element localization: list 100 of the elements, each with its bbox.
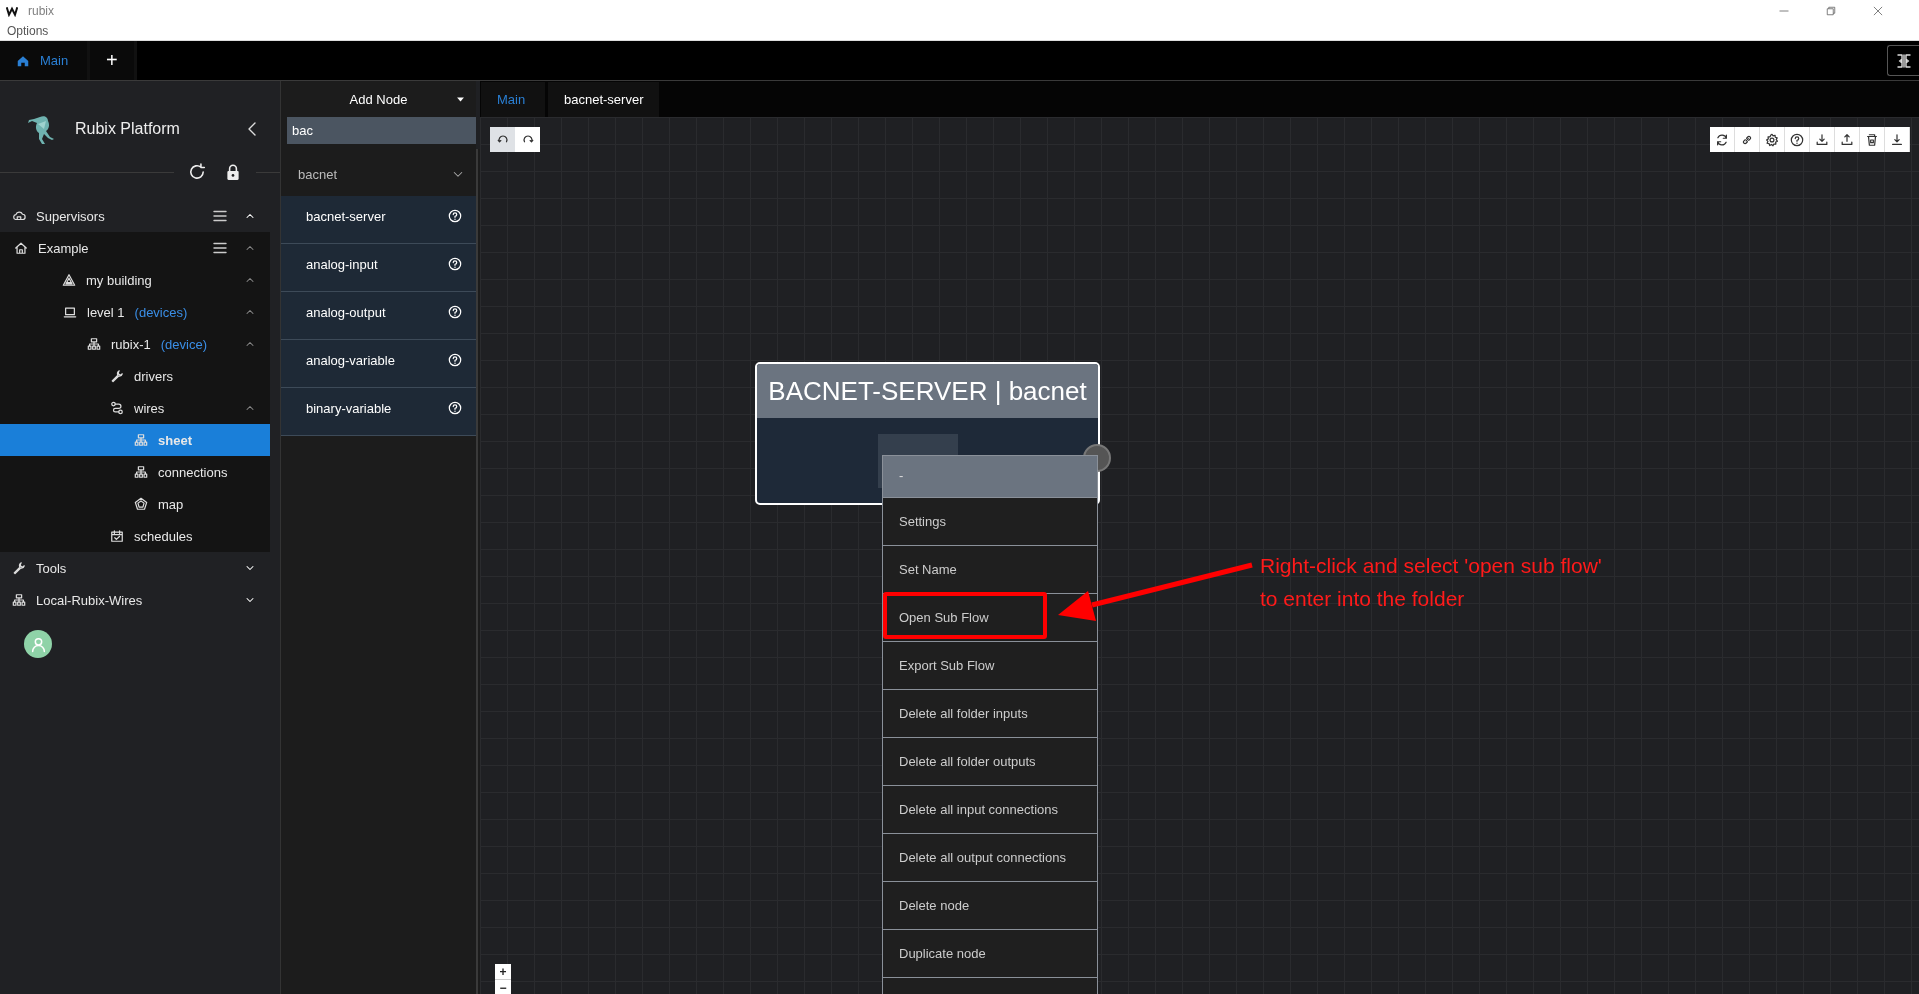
menu-item[interactable]: Delete all output connections xyxy=(883,833,1097,881)
tab[interactable]: Main xyxy=(0,41,90,80)
tree-label: Supervisors xyxy=(36,208,105,224)
refresh-icon[interactable] xyxy=(188,163,206,181)
tree-label: drivers xyxy=(134,368,173,384)
pentagon-icon xyxy=(134,497,148,511)
tree-label: level 1 xyxy=(87,304,125,320)
redo-button[interactable] xyxy=(515,127,540,152)
user-icon xyxy=(29,635,47,653)
help-icon[interactable] xyxy=(448,257,462,271)
tree-item[interactable]: map xyxy=(0,488,270,520)
avatar[interactable] xyxy=(24,630,52,658)
tree-label: Local-Rubix-Wires xyxy=(36,592,143,608)
restore-icon[interactable] xyxy=(1825,5,1837,17)
help-icon[interactable] xyxy=(448,401,462,415)
undo-button[interactable] xyxy=(490,127,515,152)
zoom-button[interactable]: + xyxy=(495,964,511,980)
window-title: rubix xyxy=(28,4,54,18)
node-type-label: bacnet-server xyxy=(306,209,386,224)
tree-item[interactable]: Example xyxy=(0,232,270,264)
add-node-header[interactable]: Add Node xyxy=(281,81,476,117)
menu-item[interactable]: Delete all input connections xyxy=(883,785,1097,833)
node-type-label: analog-output xyxy=(306,305,386,320)
calendar-icon xyxy=(110,529,124,543)
menu-icon[interactable] xyxy=(212,208,228,224)
node-type-item[interactable]: binary-variable xyxy=(281,388,476,436)
tree-tag: (device) xyxy=(160,336,207,352)
menu-item[interactable]: Delete all folder outputs xyxy=(883,737,1097,785)
node-title: BACNET-SERVER | bacnet xyxy=(757,364,1098,418)
split-icon xyxy=(1895,52,1912,69)
group-header[interactable]: bacnet xyxy=(281,152,476,196)
node-type-item[interactable]: analog-input xyxy=(281,244,476,292)
tree-item[interactable]: rubix-1 (device) xyxy=(0,328,270,360)
tree-tag: (devices) xyxy=(134,304,188,320)
network-icon xyxy=(12,593,26,607)
tree-label: sheet xyxy=(158,432,192,448)
tree-item[interactable]: my building xyxy=(0,264,270,296)
zoom-button[interactable]: − xyxy=(495,980,511,994)
tree-label: my building xyxy=(86,272,152,288)
menu-item[interactable]: Export Sub Flow xyxy=(883,641,1097,689)
settings-icon xyxy=(1765,132,1779,147)
tree-item[interactable]: Local-Rubix-Wires xyxy=(0,584,270,616)
download-icon xyxy=(1890,132,1904,147)
app-title: Rubix Platform xyxy=(75,120,180,138)
search-field[interactable]: bac xyxy=(287,117,476,144)
tree-item[interactable]: Supervisors xyxy=(0,200,270,232)
menu-item[interactable]: Delete all folder inputs xyxy=(883,689,1097,737)
tree-item[interactable]: schedules xyxy=(0,520,270,552)
help-icon[interactable] xyxy=(448,353,462,367)
tree-item[interactable]: drivers xyxy=(0,360,270,392)
tree-label: rubix-1 xyxy=(111,336,151,352)
wrench-icon xyxy=(110,369,124,383)
tree-label: connections xyxy=(158,464,228,480)
menu-item[interactable]: Options xyxy=(7,24,49,38)
upload-icon xyxy=(1840,132,1854,147)
network-icon xyxy=(87,337,101,351)
close-icon[interactable] xyxy=(1872,5,1884,17)
node-type-item[interactable]: bacnet-server xyxy=(281,196,476,244)
trash-icon xyxy=(1865,132,1879,147)
download-icon xyxy=(1815,132,1829,147)
triangle-icon xyxy=(62,273,76,287)
menu-icon[interactable] xyxy=(212,240,228,256)
refresh-icon xyxy=(1715,132,1729,147)
laptop-icon xyxy=(63,305,77,319)
tree-item[interactable]: wires xyxy=(0,392,270,424)
node-type-label: analog-variable xyxy=(306,353,395,368)
tab[interactable]: + xyxy=(90,41,137,80)
menu-item[interactable]: Settings xyxy=(883,497,1097,545)
tree-label: map xyxy=(158,496,184,512)
help-icon[interactable] xyxy=(448,209,462,223)
menu-item[interactable]: Duplicate node xyxy=(883,929,1097,977)
tree-label: schedules xyxy=(134,528,193,544)
house-icon xyxy=(14,241,28,255)
cloud-icon xyxy=(12,209,26,223)
network-icon xyxy=(134,433,148,447)
help-icon xyxy=(1790,132,1804,147)
menu-header: - xyxy=(883,456,1097,497)
tree-label: Example xyxy=(38,240,89,256)
annotation-text: Right-click and select 'open sub flow' to enter into the folder xyxy=(1260,553,1602,612)
wrench-icon xyxy=(12,561,26,575)
tree-item[interactable]: level 1 (devices) xyxy=(0,296,270,328)
lock-icon[interactable] xyxy=(224,163,242,181)
tree-label: Tools xyxy=(36,560,67,576)
node-type-label: analog-input xyxy=(306,257,378,272)
panel-toggle-button[interactable] xyxy=(1887,45,1919,76)
tab[interactable]: bacnet-server xyxy=(548,82,660,117)
route-icon xyxy=(110,401,124,415)
menu-item[interactable]: Delete node xyxy=(883,881,1097,929)
app-logo xyxy=(6,5,18,17)
menu-item[interactable]: Set Name xyxy=(883,545,1097,593)
help-icon[interactable] xyxy=(448,305,462,319)
panel-title: Add Node xyxy=(349,91,408,107)
node-type-label: binary-variable xyxy=(306,401,392,416)
tree-item[interactable]: connections xyxy=(0,456,270,488)
network-icon xyxy=(134,465,148,479)
tab[interactable]: Main xyxy=(481,82,545,117)
caret-icon xyxy=(455,94,466,105)
node-type-item[interactable]: analog-output xyxy=(281,292,476,340)
tree-item[interactable]: Tools xyxy=(0,552,270,584)
node-type-item[interactable]: analog-variable xyxy=(281,340,476,388)
